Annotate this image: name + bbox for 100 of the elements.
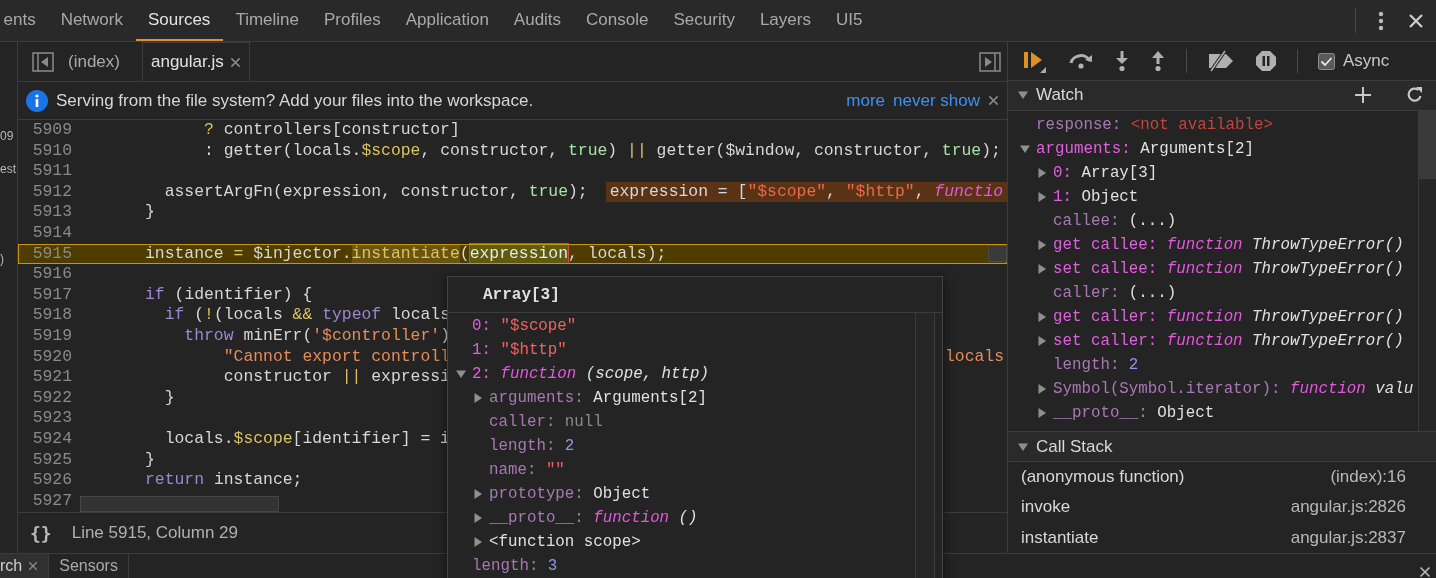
navigator-item[interactable]: ) xyxy=(0,243,17,276)
close-icon[interactable] xyxy=(28,561,39,571)
triangle-down-icon[interactable] xyxy=(1020,143,1030,154)
property-key: 1: xyxy=(1053,187,1072,206)
line-number: 5909 xyxy=(31,120,73,141)
property-value: Array[3] xyxy=(1081,163,1158,182)
section-header[interactable]: Watch xyxy=(1008,81,1436,111)
triangle-right-icon[interactable] xyxy=(473,393,483,403)
navigator-item[interactable]: 09 xyxy=(0,120,17,153)
panel-tab[interactable]: Timeline xyxy=(222,0,312,41)
panel-tab[interactable]: Security xyxy=(660,0,748,41)
resume-icon[interactable] xyxy=(1022,49,1048,74)
call-frame-row[interactable]: invoke angular.js:2826 xyxy=(1008,492,1436,523)
code-line: if (!(locals && typeof locals xyxy=(163,305,450,326)
scrollbar[interactable] xyxy=(1418,110,1436,432)
close-icon[interactable] xyxy=(229,56,241,68)
step-into-icon[interactable] xyxy=(1114,50,1130,73)
property-key: set caller: xyxy=(1053,331,1158,350)
property-value: "$scope" xyxy=(500,317,577,335)
line-number: 5920 xyxy=(31,346,73,368)
code-line: : getter(locals.$scope, constructor, true) || getter($window, constructor, true); xyxy=(203,140,1001,162)
step-over-icon[interactable] xyxy=(1068,51,1094,72)
property-key: prototype: xyxy=(489,485,584,503)
triangle-right-icon[interactable] xyxy=(1037,335,1047,346)
code-line: ? controllers[constructor] xyxy=(203,120,460,141)
triangle-down-icon[interactable] xyxy=(1018,441,1028,452)
triangle-right-icon[interactable] xyxy=(1037,383,1047,394)
navigator-item[interactable]: est xyxy=(0,153,17,186)
panel-tab[interactable]: Profiles xyxy=(311,0,394,41)
checkbox-icon[interactable] xyxy=(1318,52,1335,70)
call-frame-row[interactable]: (anonymous function) (index):16 xyxy=(1008,461,1436,493)
triangle-right-icon[interactable] xyxy=(1037,239,1047,250)
triangle-right-icon[interactable] xyxy=(473,489,483,499)
file-tab[interactable]: (index) xyxy=(60,42,128,81)
property-value: Object xyxy=(1157,403,1215,422)
async-checkbox[interactable]: Async xyxy=(1318,51,1390,72)
panel-tab[interactable]: UI5 xyxy=(823,0,875,41)
property-value: function (scope, http) xyxy=(500,365,709,383)
property-key: set callee: xyxy=(1053,259,1158,278)
triangle-right-icon[interactable] xyxy=(1037,167,1047,178)
close-icon[interactable] xyxy=(988,95,999,106)
panel-tab[interactable]: Layers xyxy=(747,0,824,41)
deactivate-breakpoints-icon[interactable] xyxy=(1207,50,1235,73)
add-icon[interactable] xyxy=(1354,86,1372,105)
triangle-right-icon[interactable] xyxy=(1037,407,1047,418)
property-value: function () xyxy=(593,509,698,527)
property-value: function ThrowTypeError() xyxy=(1166,259,1404,278)
sidebar-toggle-icon[interactable] xyxy=(32,51,54,72)
infobar-link[interactable]: never show xyxy=(893,90,980,111)
cursor-position: Line 5915, Column 29 xyxy=(71,523,239,543)
line-number: 5910 xyxy=(31,140,73,162)
property-key: caller: xyxy=(1053,283,1120,302)
close-icon[interactable] xyxy=(1408,12,1424,29)
panel-tab[interactable]: ents xyxy=(0,0,49,41)
triangle-down-icon[interactable] xyxy=(456,369,466,379)
scrollbar-thumb[interactable] xyxy=(988,244,1007,262)
panel-tab[interactable]: Console xyxy=(573,0,661,41)
more-icon[interactable] xyxy=(1378,10,1384,31)
code-line: assertArgFn(expression, constructor, true); xyxy=(163,181,588,203)
section-header[interactable]: Call Stack xyxy=(1008,432,1436,462)
panel-tab[interactable]: Application xyxy=(393,0,502,41)
triangle-right-icon[interactable] xyxy=(473,513,483,523)
close-icon[interactable] xyxy=(1419,566,1431,578)
panel-tab[interactable]: Audits xyxy=(501,0,574,41)
pause-on-exceptions-icon[interactable] xyxy=(1255,50,1277,73)
line-number: 5922 xyxy=(31,387,73,409)
triangle-right-icon[interactable] xyxy=(1037,191,1047,202)
line-number: 5917 xyxy=(31,284,73,306)
property-key: response: xyxy=(1036,115,1122,134)
infobar-link[interactable]: more xyxy=(846,90,886,111)
property-key: callee: xyxy=(1053,211,1120,230)
property-value: Object xyxy=(1081,187,1139,206)
triangle-right-icon[interactable] xyxy=(1037,311,1047,322)
refresh-icon[interactable] xyxy=(1406,86,1424,105)
panel-tab[interactable]: Network xyxy=(48,0,136,41)
triangle-down-icon[interactable] xyxy=(1018,90,1028,101)
sidebar-toggle-icon[interactable] xyxy=(979,51,1001,72)
file-tab[interactable]: angular.js xyxy=(141,42,250,81)
property-key: length: xyxy=(1053,355,1120,374)
property-key: arguments: xyxy=(1036,139,1131,158)
property-key: __proto__: xyxy=(1053,403,1148,422)
property-value: 2 xyxy=(1128,355,1139,374)
property-key: <function scope> xyxy=(489,533,641,551)
property-key: get callee: xyxy=(1053,235,1158,254)
property-value: "" xyxy=(545,461,565,479)
scrollbar-thumb[interactable] xyxy=(80,496,279,512)
drawer-tab[interactable]: rch xyxy=(0,554,50,578)
property-key: __proto__: xyxy=(489,509,584,527)
scrollbar[interactable] xyxy=(915,313,935,578)
drawer-tab[interactable]: Sensors xyxy=(49,554,129,578)
property-value: function ThrowTypeError() xyxy=(1166,235,1404,254)
property-value: null xyxy=(564,413,603,431)
scrollbar-thumb[interactable] xyxy=(1419,110,1436,179)
step-out-icon[interactable] xyxy=(1150,50,1166,73)
code-line: return instance; xyxy=(144,470,303,491)
pretty-print-button[interactable]: {} xyxy=(30,522,52,544)
call-frame-row[interactable]: instantiate angular.js:2837 xyxy=(1008,522,1436,553)
property-key: length: xyxy=(472,557,539,575)
triangle-right-icon[interactable] xyxy=(1037,263,1047,274)
triangle-right-icon[interactable] xyxy=(473,537,483,547)
